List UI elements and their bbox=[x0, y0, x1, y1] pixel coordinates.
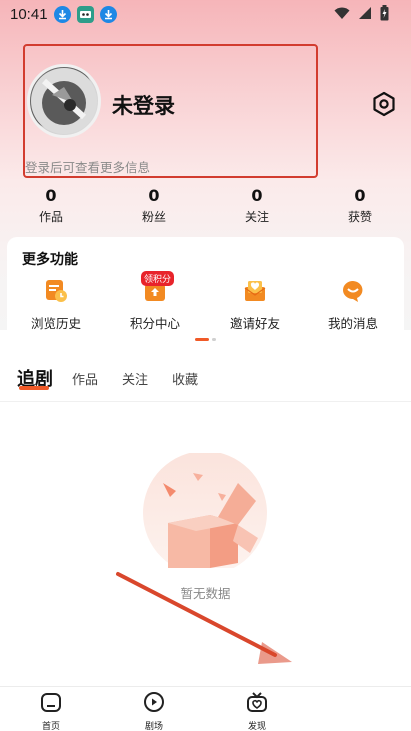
discover-icon bbox=[247, 692, 267, 712]
stat-value: 0 bbox=[251, 186, 263, 205]
function-messages[interactable]: 我的消息 bbox=[313, 279, 393, 332]
function-label: 积分中心 bbox=[129, 316, 180, 331]
login-title[interactable]: 未登录 bbox=[112, 90, 175, 120]
profile-stats: 0 作品 0 粉丝 0 关注 0 获赞 bbox=[0, 186, 411, 230]
stat-label: 粉丝 bbox=[141, 210, 166, 224]
battery-icon bbox=[380, 5, 389, 21]
function-label: 浏览历史 bbox=[30, 316, 81, 331]
wifi-icon bbox=[334, 7, 350, 19]
theater-icon bbox=[144, 692, 164, 712]
stat-fans[interactable]: 0 粉丝 bbox=[124, 186, 184, 225]
tab-favorites[interactable]: 收藏 bbox=[172, 369, 198, 388]
download-icon bbox=[99, 5, 117, 23]
app-icon bbox=[76, 5, 94, 23]
stat-label: 关注 bbox=[244, 210, 269, 224]
empty-state-text: 暂无数据 bbox=[180, 586, 231, 601]
bottom-navigation: 首页 剧场 发现 bbox=[0, 686, 411, 731]
stat-label: 作品 bbox=[38, 210, 63, 224]
status-bar: 10:41 bbox=[0, 0, 411, 28]
more-functions-card: 更多功能 浏览历史 领积分 积分中心 邀请好友 我的消息 bbox=[7, 237, 404, 351]
empty-box-icon bbox=[143, 453, 267, 568]
login-subtitle: 登录后可查看更多信息 bbox=[25, 160, 151, 175]
function-invite[interactable]: 邀请好友 bbox=[215, 279, 295, 332]
function-label: 邀请好友 bbox=[229, 316, 280, 331]
function-history[interactable]: 浏览历史 bbox=[16, 279, 96, 332]
page-dot bbox=[212, 338, 216, 341]
nav-label: 剧场 bbox=[144, 722, 163, 731]
tab-works[interactable]: 作品 bbox=[72, 369, 98, 388]
page-indicator bbox=[195, 338, 216, 341]
stat-works[interactable]: 0 作品 bbox=[21, 186, 81, 225]
nav-home[interactable]: 首页 bbox=[21, 691, 81, 731]
status-time: 10:41 bbox=[10, 5, 48, 23]
download-icon bbox=[53, 5, 71, 23]
avatar-placeholder-icon[interactable] bbox=[27, 64, 101, 138]
nav-label: 发现 bbox=[247, 722, 266, 731]
invite-icon bbox=[243, 279, 267, 303]
settings-icon[interactable] bbox=[371, 91, 397, 117]
function-points[interactable]: 领积分 积分中心 bbox=[115, 271, 195, 332]
points-badge: 领积分 bbox=[141, 271, 175, 286]
nav-theater[interactable]: 剧场 bbox=[124, 691, 184, 731]
stat-label: 获赞 bbox=[347, 210, 372, 224]
more-functions-title: 更多功能 bbox=[22, 252, 78, 268]
nav-discover[interactable]: 发现 bbox=[227, 691, 287, 731]
stat-value: 0 bbox=[354, 186, 366, 205]
message-icon bbox=[341, 279, 365, 303]
function-label: 我的消息 bbox=[327, 316, 378, 331]
stat-likes[interactable]: 0 获赞 bbox=[330, 186, 390, 225]
tab-active-indicator bbox=[19, 386, 49, 390]
tab-following[interactable]: 关注 bbox=[122, 369, 148, 388]
stat-following[interactable]: 0 关注 bbox=[227, 186, 287, 225]
signal-icon bbox=[359, 7, 371, 19]
stat-value: 0 bbox=[45, 186, 57, 205]
points-icon: 领积分 bbox=[141, 271, 175, 303]
page-dot-active bbox=[195, 338, 209, 341]
home-icon bbox=[41, 693, 61, 712]
nav-label: 首页 bbox=[41, 722, 60, 731]
stat-value: 0 bbox=[148, 186, 160, 205]
content-tabs: 追剧 作品 关注 收藏 bbox=[0, 360, 411, 400]
history-icon bbox=[44, 279, 68, 303]
